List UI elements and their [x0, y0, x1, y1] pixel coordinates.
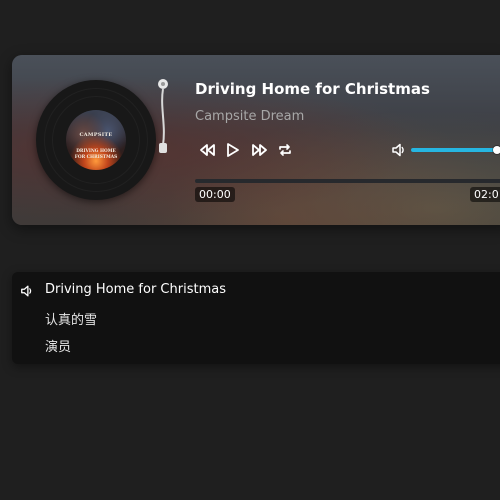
cover-text-line1: CAMPSITE: [79, 132, 113, 138]
fast-forward-button[interactable]: [250, 141, 268, 159]
volume-fill: [411, 148, 495, 152]
volume-icon[interactable]: [391, 142, 407, 158]
vinyl-record: CAMPSITE DRIVING HOME FOR CHRISTMAS: [36, 80, 156, 200]
playlist-item-label: 演员: [45, 340, 72, 355]
current-time: 00:00: [195, 187, 235, 202]
album-cover: CAMPSITE DRIVING HOME FOR CHRISTMAS: [66, 110, 126, 170]
player-card: CAMPSITE DRIVING HOME FOR CHRISTMAS Driv…: [12, 55, 500, 225]
track-title: Driving Home for Christmas: [195, 80, 430, 98]
rewind-button[interactable]: [198, 141, 216, 159]
fast-forward-icon: [251, 144, 267, 156]
play-button[interactable]: [224, 141, 242, 159]
repeat-icon: [279, 144, 291, 156]
speaker-icon: [21, 285, 32, 297]
playlist-item-label: Driving Home for Christmas: [45, 282, 226, 297]
playlist-item[interactable]: Driving Home for Christmas: [12, 278, 500, 304]
progress-bar[interactable]: [195, 179, 500, 183]
playback-controls: [198, 141, 294, 159]
playlist-item[interactable]: 演员: [12, 332, 500, 358]
cover-text-line2: DRIVING HOME: [76, 149, 116, 154]
rewind-icon: [199, 144, 215, 156]
cover-text-line3: FOR CHRISTMAS: [74, 155, 118, 160]
playlist: Driving Home for Christmas 认真的雪 演员: [12, 272, 500, 364]
tonearm-icon: [158, 79, 168, 153]
playlist-item[interactable]: 认真的雪: [12, 305, 500, 331]
playlist-item-label: 认真的雪: [45, 313, 98, 328]
repeat-button[interactable]: [276, 141, 294, 159]
volume-slider[interactable]: [411, 146, 500, 154]
play-icon: [227, 143, 239, 157]
volume-knob[interactable]: [493, 146, 500, 154]
track-artist: Campsite Dream: [195, 109, 305, 124]
total-time: 02:01: [470, 187, 500, 202]
